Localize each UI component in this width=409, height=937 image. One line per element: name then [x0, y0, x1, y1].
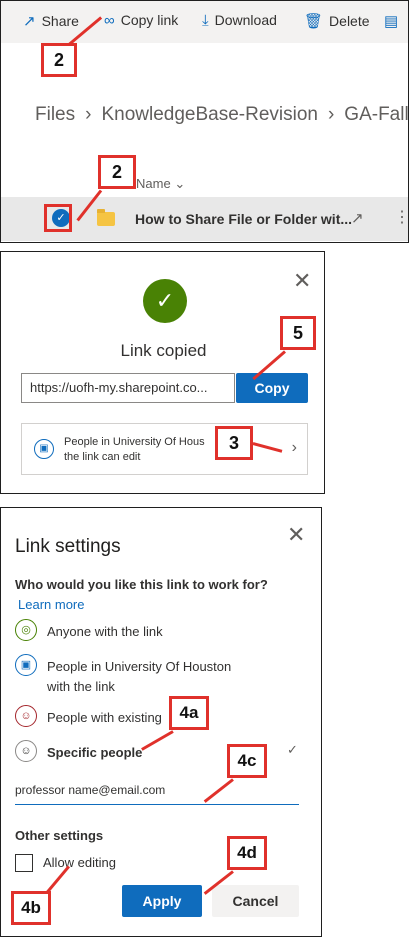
callout-arrow [141, 730, 174, 751]
link-copied-dialog: ✕ ✓ Link copied https://uofh-my.sharepoi… [0, 251, 325, 494]
more-options-icon[interactable]: ⋮ [394, 207, 408, 227]
step-callout: 3 [215, 426, 253, 460]
chevron-right-icon: › [85, 104, 92, 125]
permission-line-2: the link can edit [64, 451, 141, 463]
share-url-field[interactable]: https://uofh-my.sharepoint.co... [21, 373, 235, 403]
audience-question: Who would you like this link to work for… [15, 577, 268, 592]
link-icon: ∞ [104, 12, 115, 29]
command-bar: ↗ Share ∞ Copy link ⤓ Download 🗑 Delete ▤ [1, 1, 408, 43]
more-command-icon[interactable]: ▤ [384, 12, 404, 30]
share-row-icon[interactable]: ↗ [351, 209, 364, 227]
step-callout: 4a [169, 696, 209, 730]
other-settings-heading: Other settings [15, 828, 104, 843]
organization-icon: ▣ [34, 439, 54, 459]
chevron-right-icon: › [327, 104, 335, 125]
file-name[interactable]: How to Share File or Folder wit... [135, 211, 352, 227]
chevron-down-icon: ⌄ [174, 176, 186, 191]
close-icon[interactable]: ✕ [287, 522, 305, 548]
breadcrumb-knowledgebase[interactable]: KnowledgeBase-Revision [101, 104, 318, 125]
selected-check-icon: ✓ [287, 742, 298, 757]
email-field[interactable]: professor name@email.com [15, 778, 299, 805]
panel-title: Link settings [15, 536, 121, 557]
breadcrumb-gafall[interactable]: GA-Fall19 [344, 104, 408, 125]
copy-button[interactable]: Copy [236, 373, 308, 403]
close-icon[interactable]: ✕ [293, 268, 311, 294]
step-callout: 5 [280, 316, 316, 350]
permission-line-1: People in University Of Hous [64, 436, 205, 448]
delete-command[interactable]: 🗑 Delete [304, 12, 370, 30]
download-icon: ⤓ [202, 12, 209, 29]
organization-icon: ▣ [15, 654, 37, 676]
breadcrumb-files[interactable]: Files [35, 104, 75, 125]
cancel-button[interactable]: Cancel [212, 885, 299, 917]
allow-editing-label[interactable]: Allow editing [43, 855, 116, 870]
globe-icon: ◎ [15, 619, 37, 641]
learn-more-link[interactable]: Learn more [18, 597, 84, 612]
step-callout: 2 [98, 155, 136, 189]
download-command[interactable]: ⤓ Download [202, 12, 277, 29]
name-column-header[interactable]: Name ⌄ [136, 176, 185, 192]
permission-settings[interactable]: ▣ People in University Of Hous the link … [21, 423, 308, 475]
selection-highlight [44, 204, 72, 232]
link-settings-panel: ✕ Link settings Who would you like this … [0, 507, 322, 937]
step-callout: 4b [11, 891, 51, 925]
step-callout: 2 [41, 43, 77, 77]
step-callout: 4d [227, 836, 267, 870]
files-panel: ↗ Share ∞ Copy link ⤓ Download 🗑 Delete ▤ Fi… [0, 0, 409, 243]
apply-button[interactable]: Apply [122, 885, 202, 917]
share-icon: ↗ [23, 13, 36, 30]
step-callout: 4c [227, 744, 267, 778]
allow-editing-checkbox[interactable] [15, 854, 33, 872]
chevron-right-icon: › [291, 439, 297, 456]
trash-icon: 🗑 [304, 13, 324, 30]
share-command[interactable]: ↗ Share [23, 12, 79, 30]
people-icon: ☺ [15, 705, 37, 727]
copy-link-command[interactable]: ∞ Copy link [104, 12, 178, 29]
folder-icon [97, 209, 115, 226]
breadcrumb: Files › KnowledgeBase-Revision › GA-Fall19 [35, 104, 408, 126]
people-icon: ☺ [15, 740, 37, 762]
success-check-icon: ✓ [143, 279, 187, 323]
